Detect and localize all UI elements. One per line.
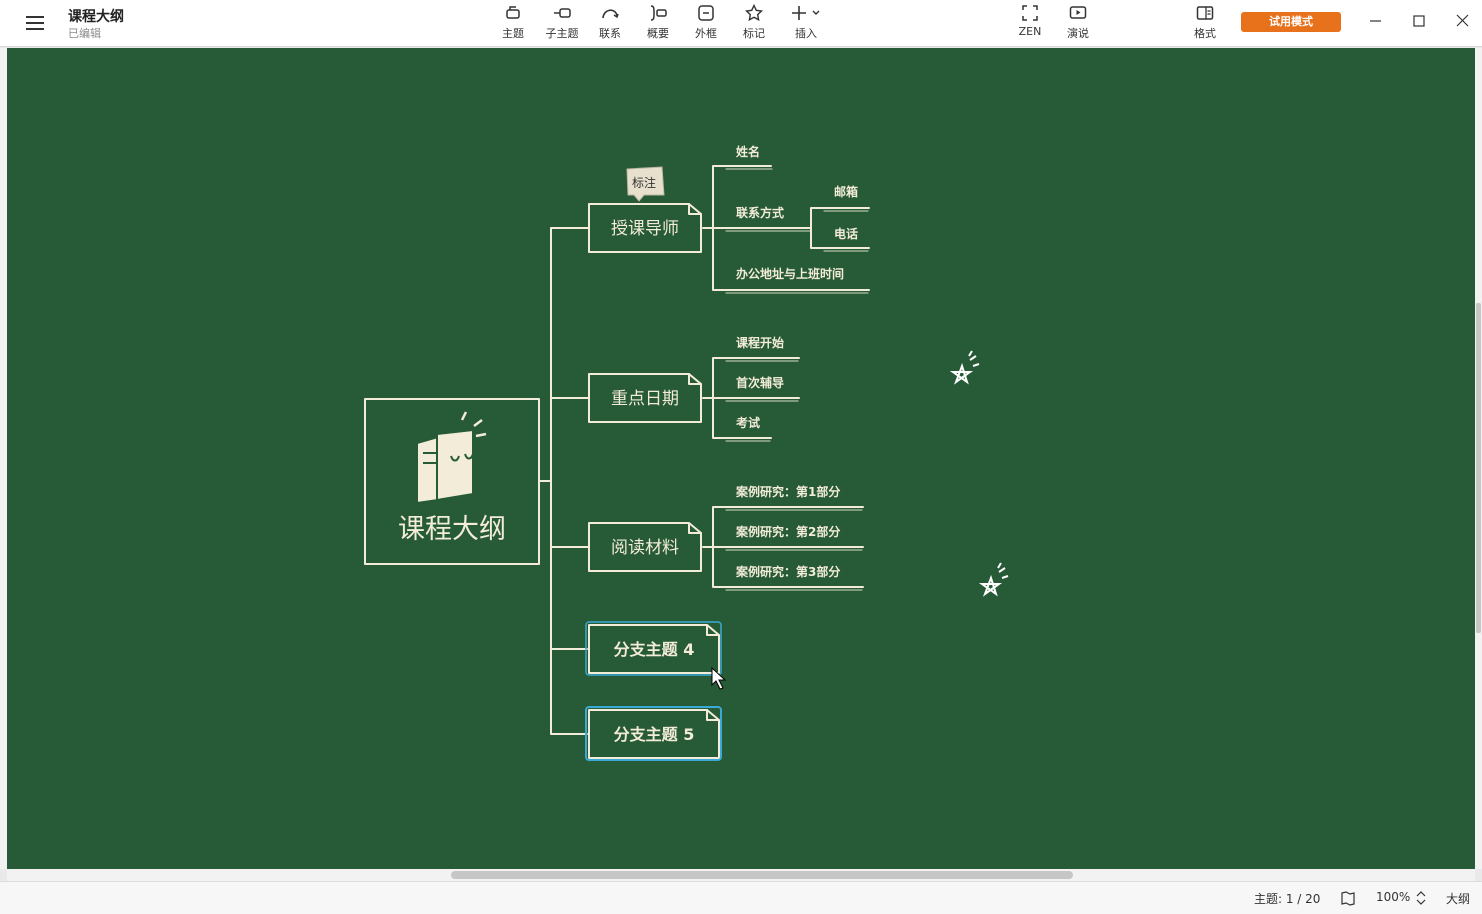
document-title[interactable]: 课程大纲 [68,6,124,26]
status-bar: 主题: 1 / 20 100% 大纲 [0,881,1482,914]
boundary-icon [698,5,714,21]
branch-label-3[interactable]: 阅读材料 [611,538,679,558]
map-icon[interactable] [1340,890,1356,906]
boundary-button[interactable]: 外框 [683,4,729,42]
insert-button[interactable]: 插入 [783,4,829,42]
document-status: 已编辑 [68,27,101,40]
fullscreen-icon [1022,5,1038,21]
play-icon [1069,6,1087,19]
leaf-label[interactable]: 首次辅导 [736,375,784,390]
format-panel-icon [1196,6,1214,20]
leaf-label[interactable]: 考试 [736,415,760,430]
branch-label-2[interactable]: 重点日期 [611,389,679,409]
leaf-label[interactable]: 办公地址与上班时间 [736,266,844,281]
branch-label-4[interactable]: 分支主题 4 [614,640,695,659]
star-icon [745,4,763,22]
central-topic-label[interactable]: 课程大纲 [398,514,506,545]
book-illustration [416,411,487,505]
leaf-label[interactable]: 姓名 [736,144,760,159]
format-button[interactable]: 格式 [1182,4,1228,42]
summary-icon [650,5,667,21]
pitch-button[interactable]: 演说 [1055,4,1101,42]
vertical-scroll-thumb[interactable] [1476,303,1481,633]
outline-toggle[interactable]: 大纲 [1446,890,1470,907]
relationship-icon [602,9,619,19]
top-toolbar: 课程大纲 已编辑 主题 子主题 联系 概要 外框 标记 插入 ZEN 演说 格式… [0,0,1482,47]
zen-button[interactable]: ZEN [1007,4,1053,42]
callout-label[interactable]: 标注 [632,175,656,190]
leaf-label[interactable]: 课程开始 [736,335,784,350]
leaf-label[interactable]: 案例研究：第1部分 [735,484,840,499]
menu-icon[interactable] [24,12,46,34]
mindmap-svg: 课程大纲 标注 授课导师 重点日期 阅读材料 分支主题 4 分支主题 5 姓名 … [364,144,1009,761]
subtopic-button[interactable]: 子主题 [539,4,585,42]
leaf-label[interactable]: 电话 [834,226,858,241]
subtopic-icon [554,8,571,18]
topic-button[interactable]: 主题 [490,4,536,42]
marker-button[interactable]: 标记 [731,4,777,42]
branch-label-1[interactable]: 授课导师 [611,219,679,239]
star-doodle-1 [949,350,980,385]
maximize-icon[interactable] [1404,10,1434,34]
branch-label-5[interactable]: 分支主题 5 [614,725,695,744]
leaf-label[interactable]: 邮箱 [834,184,858,199]
minimize-icon[interactable] [1361,10,1391,34]
horizontal-scroll-thumb[interactable] [451,871,1073,879]
topic-icon [506,6,520,19]
summary-button[interactable]: 概要 [635,4,681,42]
relationship-button[interactable]: 联系 [587,4,633,42]
zoom-level[interactable]: 100% [1376,890,1410,904]
close-icon[interactable] [1448,10,1478,34]
mindmap-canvas[interactable]: 课程大纲 标注 授课导师 重点日期 阅读材料 分支主题 4 分支主题 5 姓名 … [7,48,1475,869]
plus-icon [792,6,820,20]
zoom-stepper-icon[interactable] [1414,890,1428,906]
leaf-label[interactable]: 案例研究：第3部分 [735,564,840,579]
trial-mode-button[interactable]: 试用模式 [1241,12,1341,32]
vertical-scrollbar[interactable] [1475,48,1482,869]
leaf-label[interactable]: 案例研究：第2部分 [735,524,840,539]
topic-count: 主题: 1 / 20 [1254,892,1321,906]
leaf-label[interactable]: 联系方式 [736,205,784,220]
horizontal-scrollbar[interactable] [7,869,1475,881]
star-doodle-2 [978,562,1009,597]
